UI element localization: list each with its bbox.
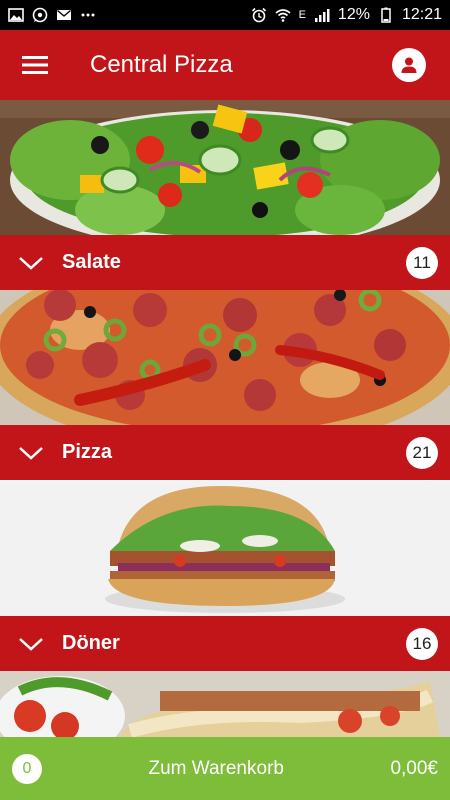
category-count-badge: 11 (406, 246, 438, 279)
chevron-down-icon (0, 636, 62, 652)
category-pizza: Pizza 21 (0, 290, 450, 480)
category-next (0, 671, 450, 737)
category-doner: Döner 16 (0, 481, 450, 671)
battery-percent: 12% (337, 6, 370, 23)
status-bar-left (8, 7, 96, 23)
signal-icon (314, 7, 330, 23)
clock-time: 12:21 (401, 6, 442, 23)
category-name: Pizza (62, 441, 113, 463)
network-type-label: E (298, 9, 306, 21)
category-salate: Salate 11 (0, 100, 450, 290)
category-name: Salate (62, 251, 121, 273)
pizza-photo (0, 290, 450, 425)
cart-item-count-badge: 0 (12, 753, 42, 784)
cart-total: 0,00€ (390, 757, 438, 779)
category-header-doner[interactable]: Döner 16 (0, 616, 450, 671)
wifi-icon (275, 7, 291, 23)
app-title: Central Pizza (90, 51, 233, 78)
user-account-icon (401, 57, 417, 73)
alarm-icon (251, 7, 267, 23)
category-name: Döner (62, 632, 120, 654)
doner-photo (0, 481, 450, 616)
category-header-salate[interactable]: Salate 11 (0, 235, 450, 290)
status-bar-right: E 12% 12:21 (251, 6, 442, 24)
category-count-badge: 21 (406, 436, 438, 469)
hamburger-menu-icon (22, 56, 48, 74)
chevron-down-icon (0, 255, 62, 271)
email-icon (56, 7, 72, 23)
account-button[interactable] (392, 48, 426, 82)
battery-icon (378, 7, 394, 23)
app-bar: Central Pizza (0, 30, 450, 100)
lahmacun-photo (0, 671, 450, 737)
more-dots-icon (80, 7, 96, 23)
status-bar: E 12% 12:21 (0, 0, 450, 30)
menu-button[interactable] (0, 30, 70, 100)
cart-button[interactable]: 0 Zum Warenkorb 0,00€ (0, 737, 450, 800)
salad-photo (0, 100, 450, 235)
cart-label: Zum Warenkorb (148, 757, 284, 779)
gallery-icon (8, 7, 24, 23)
chevron-down-icon (0, 445, 62, 461)
category-header-pizza[interactable]: Pizza 21 (0, 425, 450, 480)
whatsapp-icon (32, 7, 48, 23)
category-count-badge: 16 (406, 627, 438, 660)
